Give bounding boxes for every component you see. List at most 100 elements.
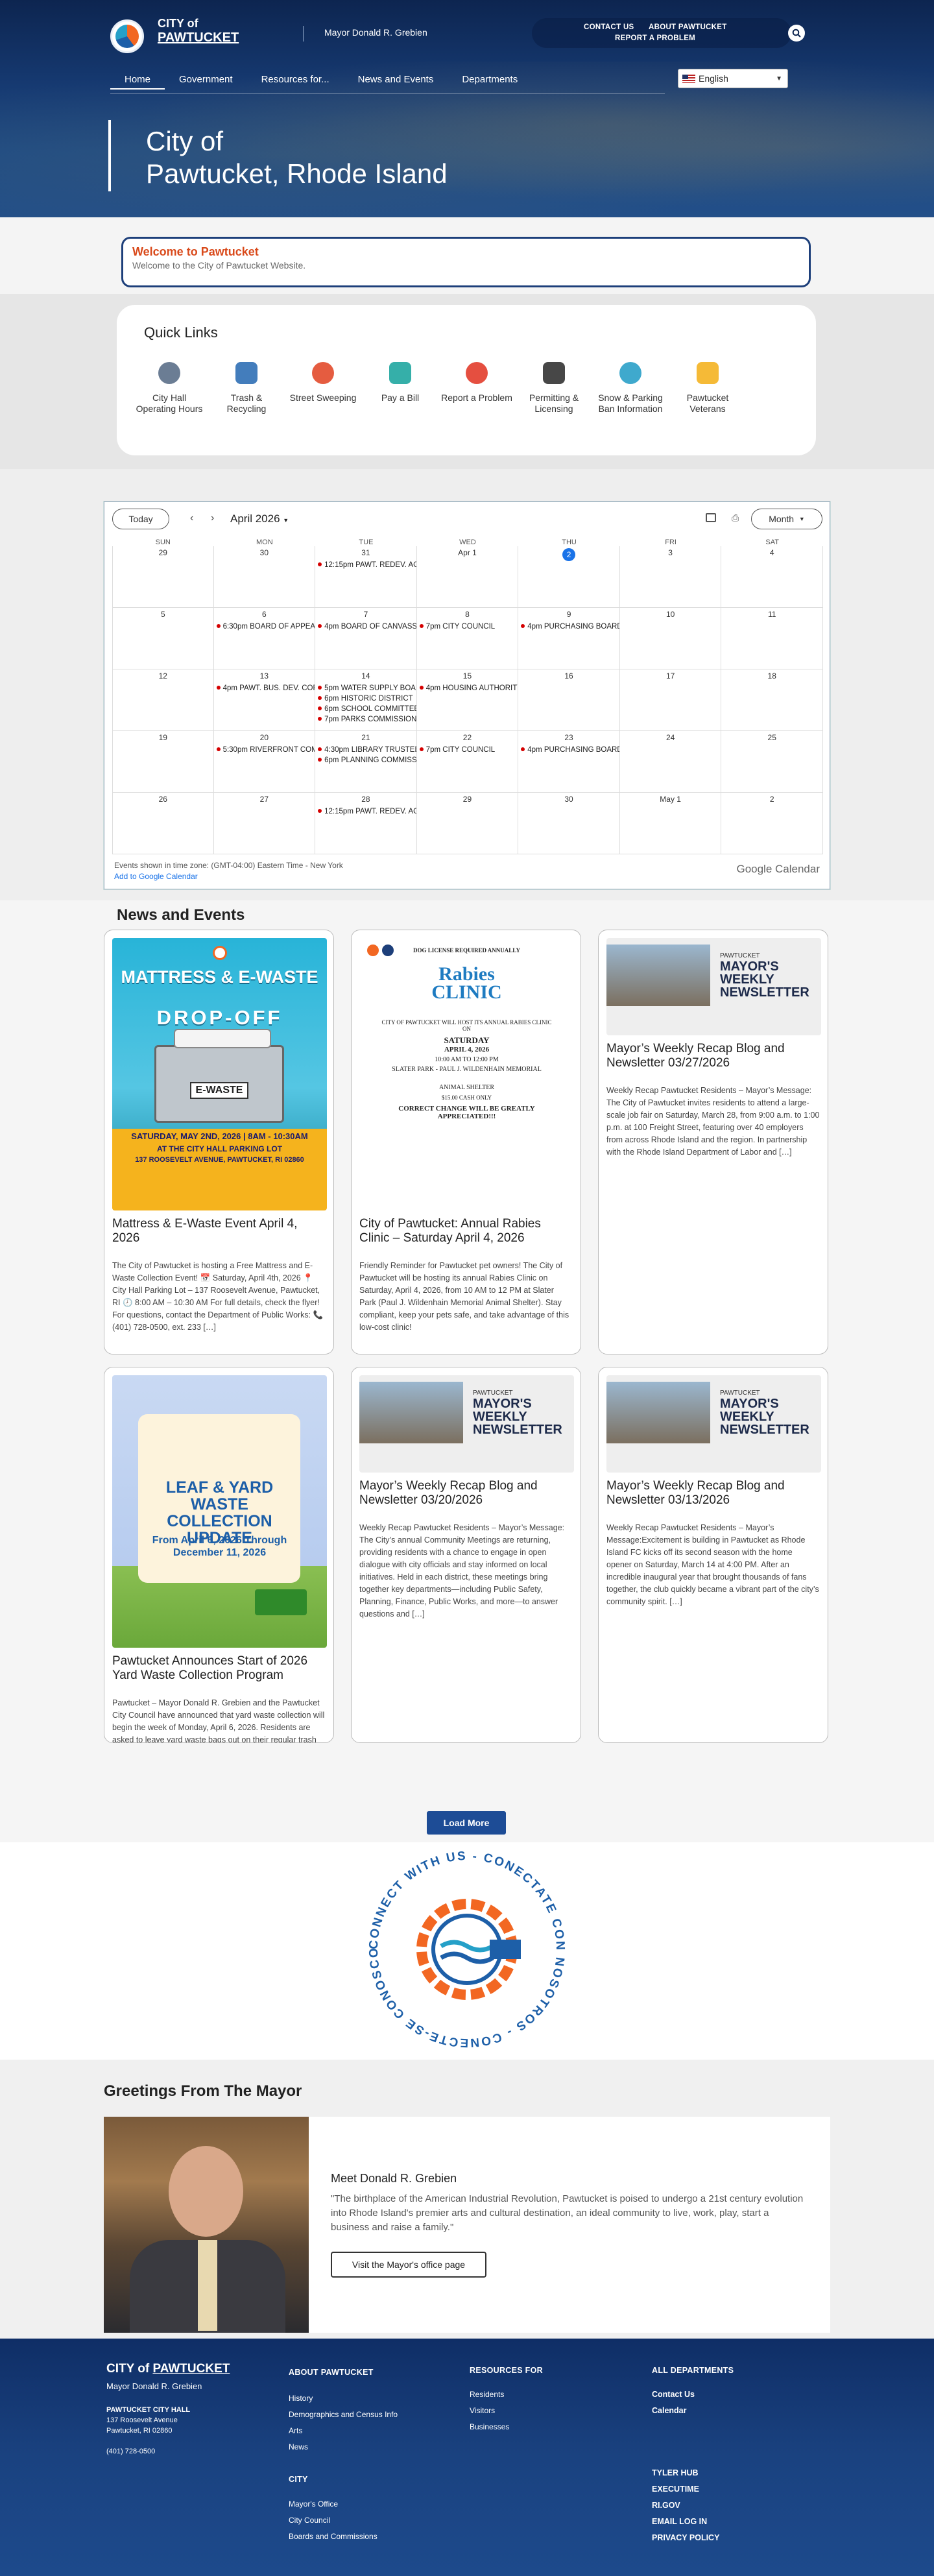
news-card[interactable]: MATTRESS & E-WASTE DROP-OFF E-WASTE SATU… (104, 930, 334, 1354)
about-pawtucket-link[interactable]: ABOUT PAWTUCKET (649, 23, 727, 31)
quick-link-item[interactable]: Snow & Parking Ban Information (595, 360, 666, 415)
calendar-event[interactable]: 7pm CITY COUNCIL (417, 745, 518, 755)
print-icon[interactable]: ⎙ (732, 512, 742, 523)
prev-month-icon[interactable]: ‹ (190, 512, 193, 524)
view-select[interactable]: Month ▼ (751, 509, 822, 529)
footer-link[interactable]: Demographics and Census Info (289, 2407, 398, 2423)
footer-link[interactable]: City Council (289, 2512, 377, 2529)
news-card-title[interactable]: Mayor’s Weekly Recap Blog and Newsletter… (606, 1042, 820, 1070)
next-month-icon[interactable]: › (211, 512, 214, 524)
footer-link[interactable]: RI.GOV (652, 2498, 719, 2514)
calendar-day-cell[interactable]: 2 (518, 546, 620, 608)
calendar-day-cell[interactable]: 29 (416, 793, 519, 854)
calendar-event[interactable]: 5:30pm RIVERFRONT COMMISSION (214, 745, 315, 755)
news-card[interactable]: LEAF & YARD WASTE COLLECTION UPDATE From… (104, 1367, 334, 1743)
calendar-day-cell[interactable]: 2 (721, 793, 823, 854)
calendar-day-cell[interactable]: 23 4pm PURCHASING BOARD (518, 731, 620, 793)
calendar-day-cell[interactable]: May 1 (619, 793, 722, 854)
calendar-event[interactable]: 4pm HOUSING AUTHORITY (417, 683, 518, 693)
footer-link[interactable]: Mayor's Office (289, 2496, 377, 2512)
calendar-day-cell[interactable]: 30 (213, 546, 316, 608)
month-picker[interactable]: April 2026 ▼ (230, 512, 289, 525)
calendar-day-cell[interactable]: 7 4pm BOARD OF CANVASSERS (315, 608, 417, 669)
calendar-day-cell[interactable]: 24 (619, 731, 722, 793)
google-calendar-logo[interactable]: Google Calendar (736, 863, 820, 876)
calendar-day-cell[interactable]: 30 (518, 793, 620, 854)
nav-resources[interactable]: Resources for... (247, 71, 344, 90)
footer-link[interactable]: TYLER HUB (652, 2465, 719, 2481)
calendar-event[interactable]: 7pm PARKS COMMISSION (315, 714, 416, 725)
calendar-day-cell[interactable]: 20 5:30pm RIVERFRONT COMMISSION (213, 731, 316, 793)
calendar-day-cell[interactable]: 12 (112, 669, 214, 731)
calendar-day-cell[interactable]: 9 4pm PURCHASING BOARD (518, 608, 620, 669)
calendar-event[interactable]: 4:30pm LIBRARY TRUSTEES (315, 745, 416, 755)
calendar-day-cell[interactable]: 15 4pm HOUSING AUTHORITY (416, 669, 519, 731)
calendar-day-cell[interactable]: 13 4pm PAWT. BUS. DEV. CORP. (213, 669, 316, 731)
calendar-day-cell[interactable]: 16 (518, 669, 620, 731)
calendar-event[interactable]: 7pm CITY COUNCIL (417, 621, 518, 632)
language-select[interactable]: English ▼ (678, 69, 788, 88)
calendar-event[interactable]: 6pm PLANNING COMMISSION (315, 755, 416, 765)
news-card-title[interactable]: City of Pawtucket: Annual Rabies Clinic … (359, 1217, 573, 1246)
news-card[interactable]: PAWTUCKET MAYOR'S WEEKLY NEWSLETTER Mayo… (598, 930, 828, 1354)
nav-departments[interactable]: Departments (448, 71, 532, 90)
quick-link-item[interactable]: Trash & Recycling (211, 360, 282, 415)
mattress-event-flyer-image[interactable]: MATTRESS & E-WASTE DROP-OFF E-WASTE SATU… (112, 938, 327, 1210)
newsletter-image[interactable]: PAWTUCKET MAYOR'S WEEKLY NEWSLETTER (606, 938, 821, 1035)
calendar-day-cell[interactable]: 22 7pm CITY COUNCIL (416, 731, 519, 793)
footer-link[interactable]: Residents (470, 2387, 509, 2403)
calendar-day-cell[interactable]: 21 4:30pm LIBRARY TRUSTEES 6pm PLANNING CO… (315, 731, 417, 793)
quick-link-item[interactable]: Pawtucket Veterans (672, 360, 743, 415)
rabies-clinic-flyer-image[interactable]: DOG LICENSE REQUIRED ANNUALLY Rabies CLI… (359, 938, 574, 1210)
footer-link[interactable]: History (289, 2390, 398, 2407)
calendar-day-cell[interactable]: 6 6:30pm BOARD OF APPEALS (213, 608, 316, 669)
calendar-event[interactable]: 4pm BOARD OF CANVASSERS (315, 621, 416, 632)
footer-link[interactable]: Contact Us (652, 2387, 695, 2403)
footer-link[interactable]: PRIVACY POLICY (652, 2530, 719, 2546)
calendar-day-cell[interactable]: 10 (619, 608, 722, 669)
calendar-event[interactable]: 6:30pm BOARD OF APPEALS (214, 621, 315, 632)
calendar-day-cell[interactable]: 5 (112, 608, 214, 669)
newsletter-image[interactable]: PAWTUCKET MAYOR'S WEEKLY NEWSLETTER (359, 1375, 574, 1473)
yard-waste-flyer-image[interactable]: LEAF & YARD WASTE COLLECTION UPDATE From… (112, 1375, 327, 1648)
calendar-day-cell[interactable]: 27 (213, 793, 316, 854)
calendar-day-cell[interactable]: 29 (112, 546, 214, 608)
calendar-event[interactable]: 12:15pm PAWT. REDEV. AGENCY (315, 560, 416, 570)
calendar-day-cell[interactable]: 8 7pm CITY COUNCIL (416, 608, 519, 669)
news-card[interactable]: PAWTUCKET MAYOR'S WEEKLY NEWSLETTER Mayo… (351, 1367, 581, 1743)
quick-link-item[interactable]: Permitting & Licensing (518, 360, 590, 415)
quick-link-item[interactable]: City Hall Operating Hours (134, 360, 205, 415)
city-seal-logo[interactable] (110, 19, 144, 53)
quick-link-item[interactable]: Pay a Bill (365, 360, 436, 403)
footer-link[interactable]: Arts (289, 2423, 398, 2439)
add-to-google-calendar-link[interactable]: Add to Google Calendar (114, 872, 198, 881)
news-card-title[interactable]: Pawtucket Announces Start of 2026 Yard W… (112, 1654, 326, 1683)
agenda-icon[interactable] (706, 513, 716, 522)
news-card-title[interactable]: Mayor’s Weekly Recap Blog and Newsletter… (359, 1479, 573, 1508)
calendar-event[interactable]: 4pm PURCHASING BOARD (518, 745, 619, 755)
calendar-day-cell[interactable]: 25 (721, 731, 823, 793)
report-problem-link[interactable]: REPORT A PROBLEM (615, 34, 695, 42)
calendar-day-cell[interactable]: 14 5pm WATER SUPPLY BOARD6pm HISTORIC DIS… (315, 669, 417, 731)
calendar-event[interactable]: 4pm PAWT. BUS. DEV. CORP. (214, 683, 315, 693)
load-more-button[interactable]: Load More (427, 1811, 506, 1835)
footer-link[interactable]: Calendar (652, 2403, 695, 2419)
calendar-day-cell[interactable]: 26 (112, 793, 214, 854)
footer-link[interactable]: EMAIL LOG IN (652, 2514, 719, 2530)
calendar-day-cell[interactable]: 19 (112, 731, 214, 793)
calendar-day-cell[interactable]: 17 (619, 669, 722, 731)
footer-phone[interactable]: (401) 728-0500 (106, 2448, 155, 2455)
footer-link[interactable]: EXECUTIME (652, 2481, 719, 2498)
contact-us-link[interactable]: CONTACT US (584, 23, 634, 31)
calendar-day-cell[interactable]: 4 (721, 546, 823, 608)
calendar-event[interactable]: 4pm PURCHASING BOARD (518, 621, 619, 632)
footer-link[interactable]: Visitors (470, 2403, 509, 2419)
nav-government[interactable]: Government (165, 71, 247, 90)
calendar-day-cell[interactable]: 18 (721, 669, 823, 731)
footer-brand[interactable]: CITY of PAWTUCKET (106, 2362, 230, 2376)
calendar-event[interactable]: 5pm WATER SUPPLY BOARD (315, 683, 416, 693)
today-button[interactable]: Today (112, 509, 169, 529)
news-card-title[interactable]: Mayor’s Weekly Recap Blog and Newsletter… (606, 1479, 820, 1508)
visit-mayor-office-button[interactable]: Visit the Mayor's office page (331, 2252, 486, 2278)
calendar-event[interactable]: 6pm SCHOOL COMMITTEE (315, 704, 416, 714)
